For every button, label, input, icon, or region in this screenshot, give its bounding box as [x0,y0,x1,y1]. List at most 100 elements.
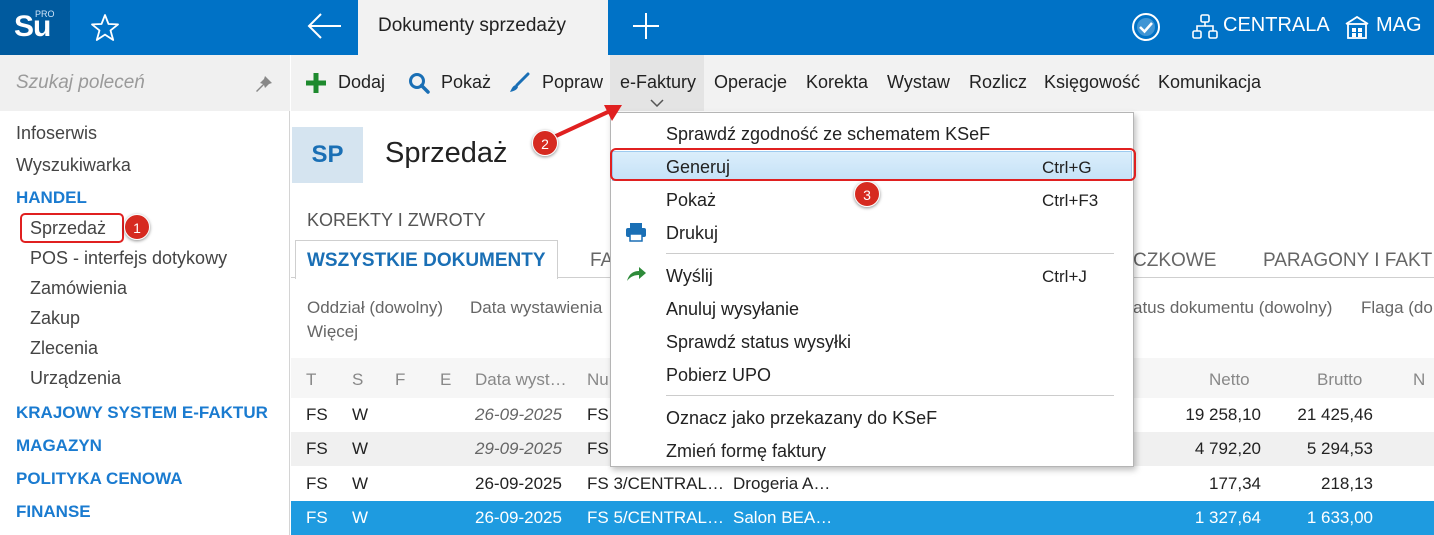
tab-dokumenty-sprzedazy[interactable]: Dokumenty sprzedaży [358,0,608,55]
command-search-input[interactable] [16,72,236,94]
column-date[interactable]: Data wyst… [475,370,567,390]
cell-type: FS [306,439,328,458]
chevron-down-icon [650,99,664,107]
cell-date: 26-09-2025 [475,405,562,424]
add-button[interactable]: Dodaj [338,72,385,93]
sidebar: Infoserwis Wyszukiwarka HANDEL Sprzedaż … [0,55,290,535]
check-circle-icon[interactable] [1130,11,1162,43]
sidebar-item-pos[interactable]: POS - interfejs dotykowy [30,248,227,269]
logo[interactable]: Su PRO [0,0,70,55]
sidebar-section-handel[interactable]: HANDEL [16,188,87,208]
sidebar-section-magazyn[interactable]: MAGAZYN [16,436,102,456]
cell-brutto: 21 425,46 [1297,405,1373,424]
cell-client: Drogeria A… [733,474,831,493]
column-number[interactable]: Nu [587,370,609,390]
tab-group-label[interactable]: KOREKTY I ZWROTY [307,210,486,231]
table-row-selected[interactable]: FS W 26-09-2025 FS 5/CENTRAL… Salon BEA…… [291,501,1434,535]
cell-netto: 4 792,20 [1194,439,1261,458]
column-s[interactable]: S [352,370,363,390]
menu-item-pokaz[interactable]: Pokaż [666,190,716,211]
sidebar-item-zlecenia[interactable]: Zlecenia [30,338,98,359]
table-row[interactable]: FS W 26-09-2025 FS 3/CENTRAL… Drogeria A… [291,467,1434,501]
cell-status: W [352,405,369,424]
callout-badge-3: 3 [854,181,880,207]
column-n[interactable]: N [1413,370,1425,390]
ksiegowosc-button[interactable]: Księgowość [1044,72,1140,93]
search-icon[interactable] [408,72,430,94]
menu-item-drukuj[interactable]: Drukuj [666,223,718,244]
menu-item-pobierz-upo[interactable]: Pobierz UPO [666,365,771,386]
sidebar-item-infoserwis[interactable]: Infoserwis [16,123,97,144]
sidebar-section-finanse[interactable]: FINANSE [16,502,91,522]
column-netto[interactable]: Netto [1209,370,1250,390]
cell-number: FS [587,439,609,458]
pin-icon[interactable] [255,75,273,93]
column-brutto[interactable]: Brutto [1317,370,1362,390]
wystaw-button[interactable]: Wystaw [887,72,950,93]
cell-date: 29-09-2025 [475,439,562,458]
cell-status: W [352,508,369,527]
sidebar-section-ksef[interactable]: KRAJOWY SYSTEM E-FAKTUR [16,403,268,423]
filter-data-wystawienia[interactable]: Data wystawienia [470,298,602,318]
menu-item-zmien-forme[interactable]: Zmień formę faktury [666,441,826,462]
cell-status: W [352,439,369,458]
column-f[interactable]: F [395,370,405,390]
menu-item-sprawdz-status[interactable]: Sprawdź status wysyłki [666,332,851,353]
filter-oddzial[interactable]: Oddział (dowolny) [307,298,443,318]
brush-icon[interactable] [508,72,530,94]
cell-status: W [352,474,369,493]
warehouse-icon[interactable] [1344,14,1370,40]
back-arrow-icon[interactable] [305,8,345,44]
filter-flaga[interactable]: Flaga (do [1361,298,1433,318]
star-icon[interactable] [88,11,122,45]
cell-date: 26-09-2025 [475,474,562,493]
komunikacja-button[interactable]: Komunikacja [1158,72,1261,93]
cell-number: FS 5/CENTRAL… [587,508,724,527]
company-selector[interactable]: CENTRALA [1223,14,1330,37]
efaktury-label: e-Faktury [620,72,697,92]
tab-label: Dokumenty sprzedaży [378,15,566,36]
top-bar: Su PRO Dokumenty sprzedaży CENTRALA MAG [0,0,1434,55]
cell-brutto: 5 294,53 [1306,439,1373,458]
filter-more[interactable]: Więcej [307,322,358,342]
warehouse-selector[interactable]: MAG [1376,14,1422,37]
rozlicz-button[interactable]: Rozlicz [969,72,1027,93]
network-icon[interactable] [1192,14,1218,40]
command-search [0,55,290,111]
sidebar-item-urzadzenia[interactable]: Urządzenia [30,368,121,389]
annotation-highlight-sprzedaz [20,213,124,243]
korekta-button[interactable]: Korekta [806,72,868,93]
sidebar-item-zakup[interactable]: Zakup [30,308,80,329]
app-window: Su PRO Dokumenty sprzedaży CENTRALA MAG … [0,0,1434,535]
column-e[interactable]: E [440,370,451,390]
operacje-button[interactable]: Operacje [714,72,787,93]
column-t[interactable]: T [306,370,316,390]
filter-status[interactable]: atus dokumentu (dowolny) [1133,298,1332,318]
sidebar-item-wyszukiwarka[interactable]: Wyszukiwarka [16,155,131,176]
show-button[interactable]: Pokaż [441,72,491,93]
cell-brutto: 218,13 [1321,474,1373,493]
plus-icon[interactable] [630,10,662,42]
add-icon[interactable] [305,72,327,94]
menu-item-sprawdz-zgodnosc[interactable]: Sprawdź zgodność ze schematem KSeF [666,124,990,145]
menu-item-wyslij[interactable]: Wyślij [666,266,713,287]
callout-badge-1: 1 [124,214,150,240]
callout-badge-2: 2 [532,130,558,156]
shortcut-pokaz: Ctrl+F3 [1042,191,1099,210]
tab-paragony[interactable]: PARAGONY I FAKT [1263,250,1432,272]
tab-all-documents[interactable]: WSZYSTKIE DOKUMENTY [295,240,558,279]
tab-czkowe[interactable]: CZKOWE [1133,250,1216,272]
menu-item-anuluj-wysylanie[interactable]: Anuluj wysyłanie [666,299,799,320]
cell-type: FS [306,508,328,527]
cell-client: Salon BEA… [733,508,833,527]
page-title: Sprzedaż [385,137,508,169]
menu-item-oznacz-przekazany[interactable]: Oznacz jako przekazany do KSeF [666,408,937,429]
toolbar: Dodaj Pokaż Popraw e-Faktury Operacje Ko… [291,55,1434,111]
sidebar-section-polityka[interactable]: POLITYKA CENOWA [16,469,183,489]
annotation-highlight-generuj [610,148,1136,181]
cell-number: FS 3/CENTRAL… [587,474,724,493]
sidebar-item-zamowienia[interactable]: Zamówienia [30,278,127,299]
edit-button[interactable]: Popraw [542,72,603,93]
cell-type: FS [306,405,328,424]
menu-separator [666,253,1114,254]
